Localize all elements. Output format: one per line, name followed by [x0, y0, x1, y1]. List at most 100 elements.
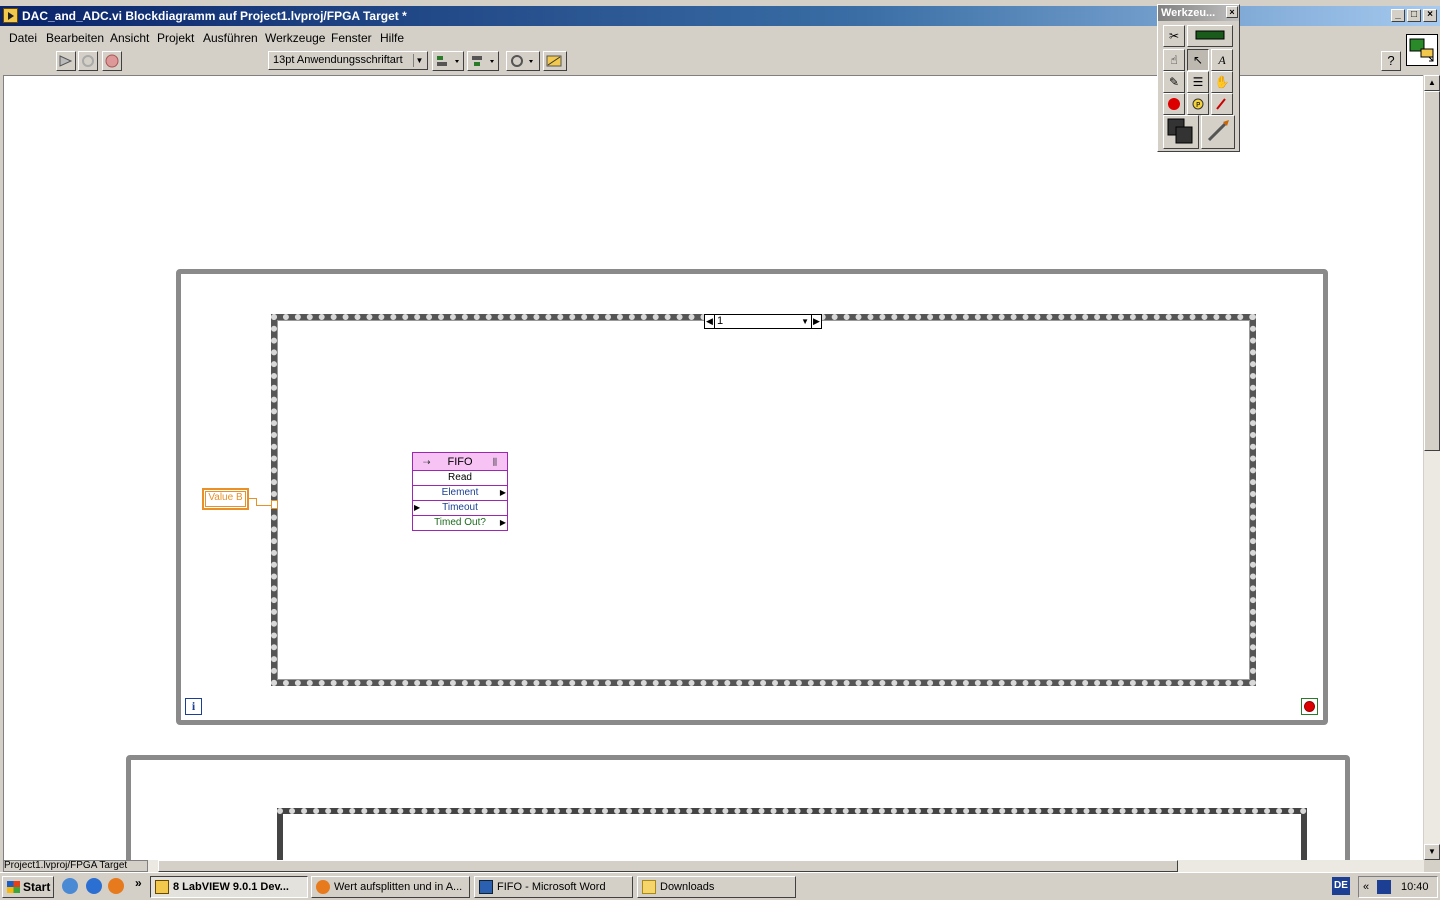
tray-expand-icon[interactable]: « [1363, 877, 1369, 897]
scroll-tool-icon[interactable]: ✋ [1211, 71, 1233, 93]
clock[interactable]: 10:40 [1401, 877, 1429, 897]
chevron-down-icon: ▼ [413, 54, 425, 67]
abort-icon[interactable] [102, 51, 122, 71]
scroll-down-icon[interactable]: ▼ [1424, 844, 1440, 860]
fifo-terminal-element[interactable]: Element ▶ [413, 486, 507, 501]
vertical-scrollbar[interactable]: ▲ ▼ [1424, 75, 1440, 860]
tools-palette: Werkzeu... × ✂ ☝ ↖ A ✎ ☰ ✋ P [1157, 4, 1240, 152]
folder-icon [642, 880, 656, 894]
value-b-label: Value B [208, 492, 243, 503]
context-path: Project1.lvproj/FPGA Target [3, 860, 148, 872]
case-selector-terminal[interactable] [271, 500, 278, 509]
maximize-button[interactable]: □ [1407, 9, 1421, 22]
close-button[interactable]: × [1423, 9, 1437, 22]
menu-werkzeuge[interactable]: Werkzeuge [265, 31, 325, 45]
menu-hilfe[interactable]: Hilfe [380, 31, 404, 45]
fifo-read-node[interactable]: ⇢ FIFO ⫼ Read Element ▶ ▶ Timeout Timed … [412, 452, 508, 531]
fifo-method[interactable]: Read [413, 471, 507, 486]
network-icon[interactable] [1377, 880, 1391, 894]
breakpoint-tool-icon[interactable] [1163, 93, 1185, 115]
cleanup-diagram-icon[interactable] [543, 51, 567, 71]
reorder-icon[interactable] [506, 51, 540, 71]
stop-condition-terminal[interactable] [1301, 698, 1318, 715]
tools-palette-title: Werkzeu... [1161, 7, 1216, 19]
auto-tool-icon[interactable]: ✂ [1163, 25, 1185, 47]
run-arrow-icon[interactable] [56, 51, 76, 71]
labview-icon [155, 880, 169, 894]
window-controls: _ □ × [1391, 9, 1437, 22]
menu-projekt[interactable]: Projekt [157, 31, 194, 45]
task-word-label: FIFO - Microsoft Word [497, 881, 606, 893]
position-tool-icon[interactable]: ↖ [1187, 49, 1209, 71]
task-downloads[interactable]: Downloads [637, 876, 796, 898]
task-labview[interactable]: 8 LabVIEW 9.0.1 Dev... [150, 876, 308, 898]
align-objects-icon[interactable] [432, 51, 464, 71]
menu-ausfuehren[interactable]: Ausführen [203, 31, 258, 45]
task-firefox-label: Wert aufsplitten und in A... [334, 881, 463, 893]
color-copy-tool-icon[interactable] [1211, 93, 1233, 115]
svg-text:P: P [1196, 101, 1200, 109]
menu-ansicht[interactable]: Ansicht [110, 31, 149, 45]
case-next-icon[interactable]: ▶ [811, 315, 821, 328]
fifo-element-label: Element [441, 487, 479, 498]
menu-datei[interactable]: Datei [9, 31, 37, 45]
labview-vi-icon[interactable] [3, 8, 18, 23]
menu-bearbeiten[interactable]: Bearbeiten [46, 31, 104, 45]
window-title: DAC_and_ADC.vi Blockdiagramm auf Project… [22, 9, 407, 23]
quick-launch-more[interactable]: » [135, 876, 142, 890]
value-b-local-variable[interactable]: Value B [202, 488, 249, 510]
tools-palette-title-bar[interactable]: Werkzeu... × [1158, 5, 1239, 21]
operate-tool-icon[interactable]: ☝ [1163, 49, 1185, 71]
fifo-terminal-timeout[interactable]: ▶ Timeout [413, 501, 507, 516]
wiring-tool-icon[interactable]: ✎ [1163, 71, 1185, 93]
chevron-down-icon[interactable]: ▼ [801, 315, 809, 328]
case-prev-icon[interactable]: ◀ [705, 315, 715, 328]
font-select-value: 13pt Anwendungsschriftart [273, 54, 403, 66]
paintbrush-icon[interactable] [1201, 115, 1235, 149]
taskbar: Start » 8 LabVIEW 9.0.1 Dev... Wert aufs… [0, 872, 1440, 900]
help-button[interactable]: ? [1381, 51, 1401, 71]
distribute-objects-icon[interactable] [467, 51, 499, 71]
case-structure-lower[interactable] [277, 808, 1307, 868]
text-tool-icon[interactable]: A [1211, 49, 1233, 71]
firefox-icon[interactable] [108, 878, 124, 894]
menu-fenster[interactable]: Fenster [331, 31, 372, 45]
start-label: Start [23, 880, 51, 894]
fifo-arrow-icon: ⇢ [423, 457, 431, 467]
show-desktop-icon[interactable] [62, 878, 78, 894]
fifo-terminal-timed-out[interactable]: Timed Out? ▶ [413, 516, 507, 531]
probe-tool-icon[interactable]: P [1187, 93, 1209, 115]
close-icon[interactable]: × [1226, 6, 1238, 18]
scroll-up-icon[interactable]: ▲ [1424, 75, 1440, 91]
auto-select-led-icon[interactable] [1187, 25, 1233, 47]
fifo-node-header: ⇢ FIFO ⫼ [413, 453, 507, 471]
vertical-scroll-thumb[interactable] [1424, 91, 1440, 451]
shortcut-menu-tool-icon[interactable]: ☰ [1187, 71, 1209, 93]
input-terminal-icon[interactable]: ▶ [414, 501, 420, 515]
font-select[interactable]: 13pt Anwendungsschriftart ▼ [268, 51, 428, 70]
case-selector-value: 1 [717, 315, 724, 327]
output-terminal-icon[interactable]: ▶ [500, 486, 506, 500]
firefox-icon [316, 880, 330, 894]
horizontal-scrollbar[interactable] [148, 860, 1424, 872]
run-continuously-icon[interactable] [78, 51, 98, 71]
task-downloads-label: Downloads [660, 881, 715, 893]
start-button[interactable]: Start [2, 876, 54, 898]
iteration-terminal[interactable]: i [185, 698, 202, 715]
wire[interactable] [256, 498, 257, 505]
windows-logo-icon [7, 881, 20, 893]
wire[interactable] [256, 505, 272, 506]
horizontal-scroll-thumb[interactable] [158, 860, 1178, 872]
task-labview-label: 8 LabVIEW 9.0.1 Dev... [173, 881, 289, 893]
task-firefox[interactable]: Wert aufsplitten und in A... [311, 876, 470, 898]
task-word[interactable]: FIFO - Microsoft Word [474, 876, 633, 898]
language-indicator[interactable]: DE [1332, 877, 1350, 895]
fifo-queue-icon: ⫼ [492, 457, 497, 467]
case-selector[interactable]: ◀ 1 ▼ ▶ [704, 314, 822, 329]
word-icon [479, 880, 493, 894]
internet-explorer-icon[interactable] [86, 878, 102, 894]
fifo-timeout-label: Timeout [442, 502, 478, 513]
coloring-tool-icon[interactable] [1163, 115, 1199, 149]
output-terminal-icon[interactable]: ▶ [500, 516, 506, 530]
minimize-button[interactable]: _ [1391, 9, 1405, 22]
